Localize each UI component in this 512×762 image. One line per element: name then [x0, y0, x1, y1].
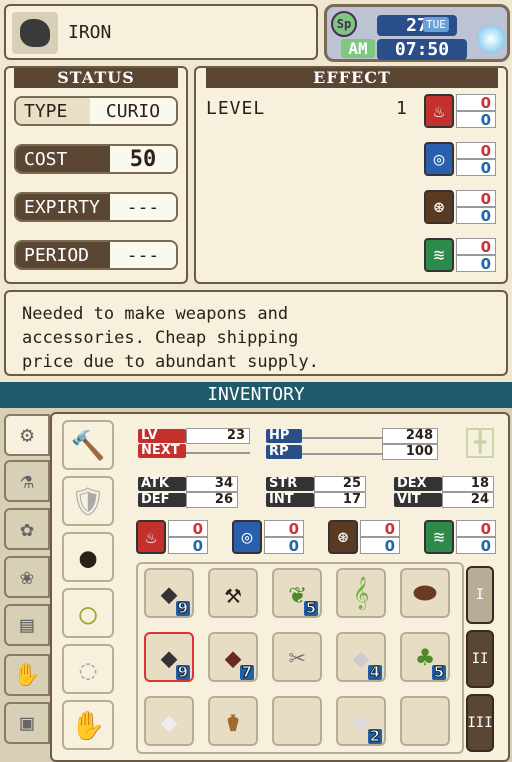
description-text: Needed to make weapons and accessories. …: [22, 304, 319, 372]
slot-crystal[interactable]: ◆: [144, 696, 194, 746]
cost-field: COST 50: [14, 144, 178, 174]
page-tab-3[interactable]: III: [466, 694, 494, 752]
cost-value: 50: [110, 146, 176, 172]
inv-wind: ≋ 0 0: [424, 520, 496, 554]
slot-sickle[interactable]: ⚒: [208, 568, 258, 618]
sidebar-tab-tools[interactable]: ✋: [4, 654, 50, 696]
type-field: TYPE CURIO: [14, 96, 178, 126]
clock-panel: Sp 27 TUE AM 07:50: [324, 4, 510, 62]
slot-white-ore[interactable]: ◆ 2: [336, 696, 386, 746]
effect-water: ◎ 0 0: [424, 142, 496, 176]
effect-title: EFFECT: [206, 68, 498, 88]
sidebar-tab-seeds[interactable]: ❀: [4, 556, 50, 598]
ampm: AM: [341, 39, 375, 58]
sidebar-tab-materials[interactable]: ▣: [4, 702, 50, 744]
slot-empty[interactable]: [400, 696, 450, 746]
expiry-value: ---: [110, 194, 176, 220]
sidebar-tab-equipment[interactable]: ⚙: [4, 414, 50, 456]
grid-icon: ╋: [466, 428, 494, 458]
effect-earth: ⊛ 0 0: [424, 190, 496, 224]
slot-bamboo[interactable]: 𝄞: [336, 568, 386, 618]
period-field: PERIOD ---: [14, 240, 178, 270]
earth-icon: ⊛: [424, 190, 454, 224]
inv-fire: ♨ 0 0: [136, 520, 208, 554]
cost-label: COST: [16, 146, 110, 172]
ring-icon[interactable]: ◯: [62, 588, 114, 638]
earth-icon: ⊛: [328, 520, 358, 554]
level-label: LEVEL: [206, 98, 266, 119]
period-label: PERIOD: [16, 242, 110, 268]
slot-sapling[interactable]: ♣ 5: [400, 632, 450, 682]
bomb-icon[interactable]: ●: [62, 532, 114, 582]
slot-iron-ore-selected[interactable]: ◆ 9: [144, 632, 194, 682]
sun-icon: [477, 25, 505, 53]
item-name-panel: IRON: [4, 4, 318, 60]
def-stat: DEF 26: [138, 492, 238, 508]
fire-icon: ♨: [136, 520, 166, 554]
page-tab-2[interactable]: II: [466, 630, 494, 688]
time: 07:50: [377, 39, 467, 60]
atk-stat: ATK 34: [138, 476, 238, 492]
page-tab-1[interactable]: I: [466, 566, 494, 624]
type-value: CURIO: [90, 98, 176, 124]
fire-icon: ♨: [424, 94, 454, 128]
slot-herb[interactable]: ❦ 5: [272, 568, 322, 618]
period-value: ---: [110, 242, 176, 268]
ore-rock-icon: [12, 12, 58, 54]
vit-stat: VIT 24: [394, 492, 494, 508]
item-name: IRON: [68, 22, 112, 43]
status-title: STATUS: [14, 68, 178, 88]
rp-stat: RP 100: [266, 444, 438, 460]
slot-jar[interactable]: ⚱: [208, 696, 258, 746]
water-icon: ◎: [424, 142, 454, 176]
slot-red-stone[interactable]: ◆ 7: [208, 632, 258, 682]
expiry-label: EXPIRTY: [16, 194, 110, 220]
sidebar-tab-items[interactable]: ⚗: [4, 460, 50, 502]
gloves-icon[interactable]: ✋: [62, 700, 114, 750]
int-stat: INT 17: [266, 492, 366, 508]
slot-empty[interactable]: [272, 696, 322, 746]
level-value: 1: [396, 98, 408, 119]
hp-stat: HP 248: [266, 428, 438, 444]
sidebar-tab-books[interactable]: ▤: [4, 604, 50, 646]
expiry-field: EXPIRTY ---: [14, 192, 178, 222]
effect-wind: ≋ 0 0: [424, 238, 496, 272]
hammer-icon[interactable]: 🔨: [62, 420, 114, 470]
slot-silver-ore[interactable]: ◆ 4: [336, 632, 386, 682]
lv-stat: LV 23: [138, 428, 250, 444]
inv-water: ◎ 0 0: [232, 520, 304, 554]
sp-badge: Sp: [331, 11, 357, 37]
type-label: TYPE: [16, 98, 90, 124]
effect-fire: ♨ 0 0: [424, 94, 496, 128]
slot-brush[interactable]: ⬬: [400, 568, 450, 618]
slot-fish-bones[interactable]: ✂: [272, 632, 322, 682]
sidebar-tab-crops[interactable]: ✿: [4, 508, 50, 550]
dex-stat: DEX 18: [394, 476, 494, 492]
wind-icon: ≋: [424, 520, 454, 554]
water-icon: ◎: [232, 520, 262, 554]
weekday: TUE: [423, 17, 449, 32]
inv-earth: ⊛ 0 0: [328, 520, 400, 554]
next-stat: NEXT: [138, 444, 250, 458]
str-stat: STR 25: [266, 476, 366, 492]
slot-iron-ore[interactable]: ◆ 9: [144, 568, 194, 618]
inventory-title: INVENTORY: [207, 384, 305, 405]
necklace-icon[interactable]: ◌: [62, 644, 114, 694]
shield-icon[interactable]: 🛡: [62, 476, 114, 526]
wind-icon: ≋: [424, 238, 454, 272]
